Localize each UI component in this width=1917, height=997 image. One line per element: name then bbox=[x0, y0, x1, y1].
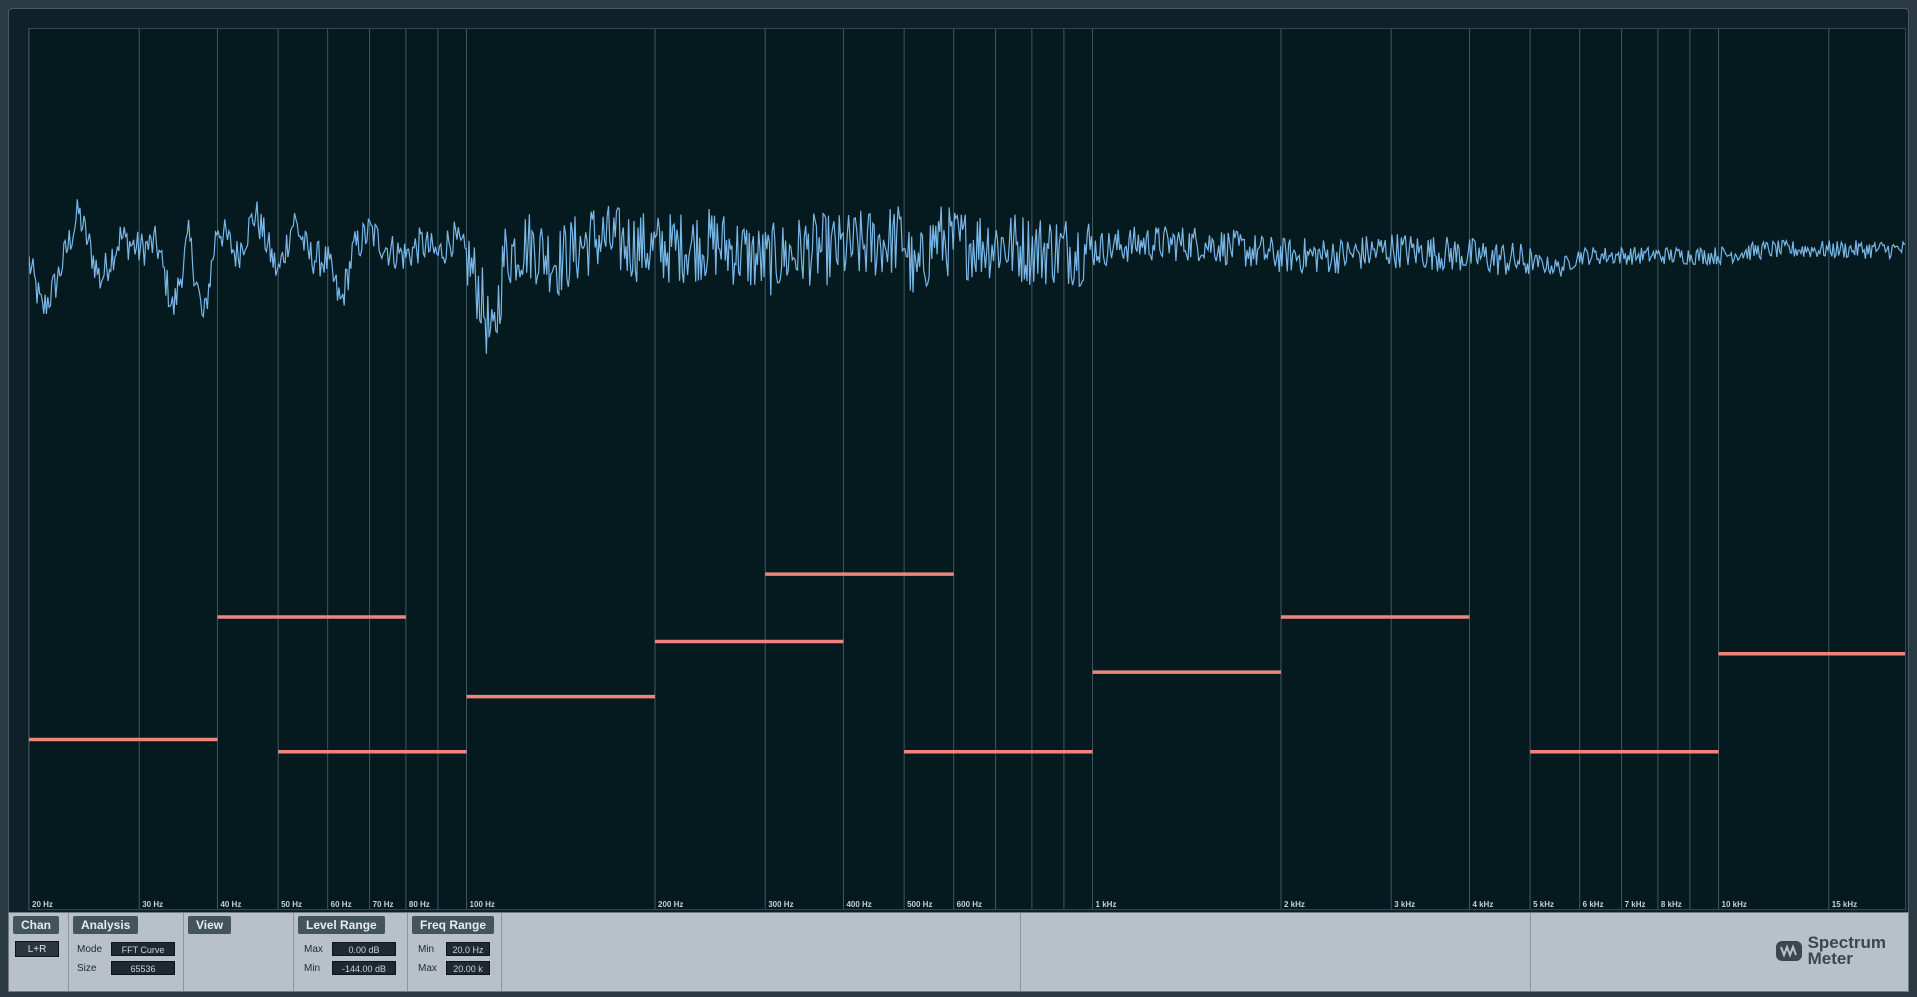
x-tick-label: 7 kHz bbox=[1625, 900, 1646, 909]
x-tick-label: 15 kHz bbox=[1832, 900, 1857, 909]
x-tick-label: 60 Hz bbox=[331, 900, 352, 909]
x-tick-label: 30 Hz bbox=[142, 900, 163, 909]
spectrum-line bbox=[29, 199, 1905, 354]
x-tick-label: 400 Hz bbox=[846, 900, 871, 909]
x-tick-label: 1 kHz bbox=[1096, 900, 1117, 909]
x-tick-label: 80 Hz bbox=[409, 900, 430, 909]
level-min-label: Min bbox=[304, 963, 321, 974]
level-min-field[interactable]: -144.00 dB bbox=[332, 961, 396, 975]
freq-min-label: Min bbox=[418, 944, 435, 955]
spectrum-display-frame: 20 Hz 30 Hz 40 Hz 50 Hz 60 Hz 70 Hz 80 Hz 100 H… bbox=[8, 8, 1909, 916]
chan-title: Chan bbox=[13, 916, 59, 934]
view-section: View bbox=[184, 913, 294, 991]
x-tick-label: 40 Hz bbox=[220, 900, 241, 909]
x-tick-label: 10 kHz bbox=[1722, 900, 1747, 909]
analysis-section: Analysis Mode FFT Curve Size 65536 bbox=[69, 913, 184, 991]
level-max-label: Max bbox=[304, 944, 323, 955]
view-title[interactable]: View bbox=[188, 916, 232, 934]
x-tick-label: 100 Hz bbox=[470, 900, 495, 909]
x-tick-label: 600 Hz bbox=[957, 900, 982, 909]
control-panel: Chan L+R Analysis Mode FFT Curve Size 65… bbox=[8, 912, 1909, 992]
x-tick-label: 2 kHz bbox=[1284, 900, 1305, 909]
x-tick-label: 6 kHz bbox=[1583, 900, 1604, 909]
x-tick-label: 5 kHz bbox=[1533, 900, 1554, 909]
chan-section: Chan L+R bbox=[9, 913, 69, 991]
level-range-section: Level Range Max 0.00 dB Min -144.00 dB bbox=[294, 913, 408, 991]
channel-select-button[interactable]: L+R bbox=[15, 941, 59, 957]
analysis-title: Analysis bbox=[73, 916, 139, 934]
x-tick-label: 50 Hz bbox=[281, 900, 302, 909]
level-range-title: Level Range bbox=[298, 916, 385, 934]
x-tick-label: 20 Hz bbox=[32, 900, 53, 909]
level-max-field[interactable]: 0.00 dB bbox=[332, 942, 396, 956]
freq-range-section: Freq Range Min 20.0 Hz Max 20.00 k bbox=[408, 913, 502, 991]
size-field[interactable]: 65536 bbox=[111, 961, 175, 975]
presonus-logo-icon bbox=[1775, 941, 1802, 961]
x-tick-label: 3 kHz bbox=[1394, 900, 1415, 909]
empty-section-2 bbox=[1021, 913, 1531, 991]
x-tick-label: 200 Hz bbox=[658, 900, 683, 909]
logo-line-2: Meter bbox=[1807, 949, 1853, 968]
freq-range-title: Freq Range bbox=[412, 916, 495, 934]
spectrum-chart: 20 Hz 30 Hz 40 Hz 50 Hz 60 Hz 70 Hz 80 Hz 100 H… bbox=[29, 29, 1905, 909]
mode-field[interactable]: FFT Curve bbox=[111, 942, 175, 956]
freq-max-field[interactable]: 20.00 k bbox=[446, 961, 490, 975]
presonus-logo: Spectrum Meter bbox=[1775, 934, 1886, 968]
x-tick-label: 8 kHz bbox=[1661, 900, 1682, 909]
x-tick-label: 300 Hz bbox=[768, 900, 793, 909]
freq-max-label: Max bbox=[418, 963, 437, 974]
spectrum-plot[interactable]: 20 Hz 30 Hz 40 Hz 50 Hz 60 Hz 70 Hz 80 Hz 100 H… bbox=[28, 28, 1906, 910]
freq-min-field[interactable]: 20.0 Hz bbox=[446, 942, 490, 956]
x-tick-label: 4 kHz bbox=[1472, 900, 1493, 909]
mode-label: Mode bbox=[77, 944, 103, 955]
x-tick-label: 500 Hz bbox=[907, 900, 932, 909]
size-label: Size bbox=[77, 963, 97, 974]
empty-section-1 bbox=[502, 913, 1021, 991]
x-tick-label: 70 Hz bbox=[373, 900, 394, 909]
